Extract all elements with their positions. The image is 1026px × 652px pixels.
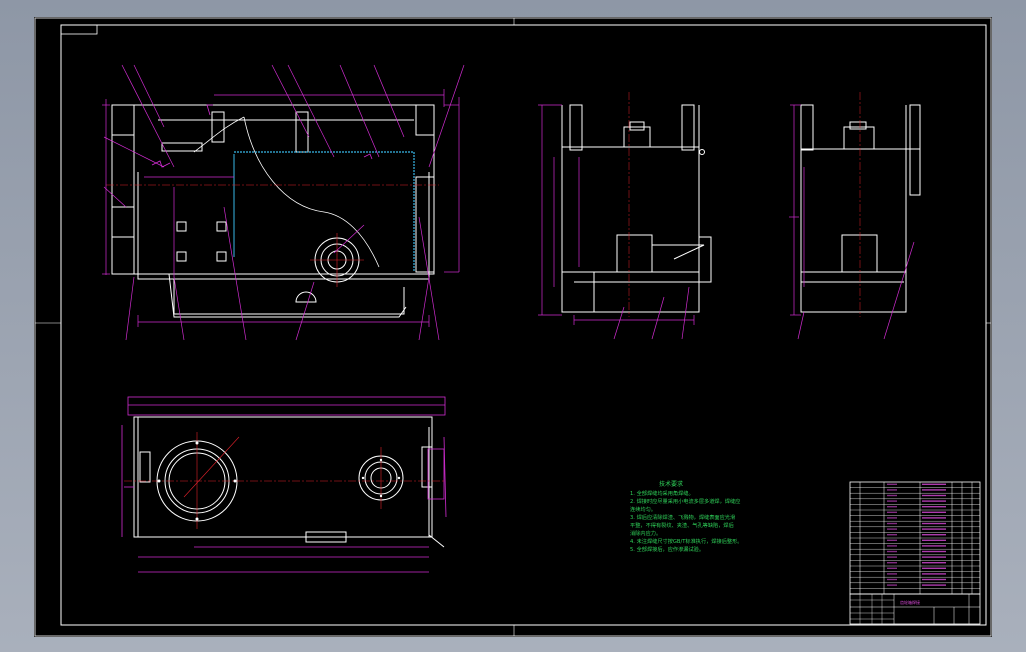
drawing-label: 齿轮箱焊接 xyxy=(900,599,920,605)
title-block: 齿轮箱焊接 xyxy=(849,593,981,625)
parts-row-text-mark xyxy=(922,517,946,519)
note-line: 3. 焊后应清除焊渣、飞溅物，焊缝表面应光滑 xyxy=(630,513,735,521)
note-line: 5. 全部焊接后，应作渗漏试验。 xyxy=(630,545,704,553)
side-view-left xyxy=(538,92,712,340)
parts-row-text-mark xyxy=(887,528,897,530)
cad-viewport[interactable]: 技术要求 1. 全部焊缝均采用角焊缝。 2. 焊接时应尽量采用小电流多层多道焊，… xyxy=(34,17,992,637)
note-line: 1. 全部焊缝均采用角焊缝。 xyxy=(630,489,694,497)
parts-row-text-mark xyxy=(922,545,946,547)
parts-row-text-mark xyxy=(922,556,946,558)
note-line: 4. 未注焊缝尺寸按GB/T标准执行，焊接后整形。 xyxy=(630,537,742,545)
note-line: 消除内应力。 xyxy=(630,529,661,537)
parts-row-text-mark xyxy=(887,573,897,575)
parts-row-text-mark xyxy=(887,562,897,564)
parts-row-text-mark xyxy=(922,483,946,485)
cad-drawing: 技术要求 1. 全部焊缝均采用角焊缝。 2. 焊接时应尽量采用小电流多层多道焊，… xyxy=(34,17,992,637)
technical-notes: 技术要求 1. 全部焊缝均采用角焊缝。 2. 焊接时应尽量采用小电流多层多道焊，… xyxy=(630,480,742,553)
parts-row-text-mark xyxy=(922,534,946,536)
parts-row-text-mark xyxy=(887,522,897,525)
outer-border xyxy=(34,17,992,637)
centering-marks xyxy=(35,18,991,636)
parts-list xyxy=(849,481,981,595)
parts-row-text-mark xyxy=(922,539,946,541)
parts-row-text-mark xyxy=(887,539,897,541)
side-view-right xyxy=(789,92,921,340)
parts-row-text-mark xyxy=(922,522,946,525)
parts-row-text-mark xyxy=(887,489,897,491)
parts-row-text-mark xyxy=(922,506,946,508)
parts-row-text-mark xyxy=(922,511,946,513)
parts-row-text-mark xyxy=(887,517,897,519)
parts-row-text-mark xyxy=(887,550,897,553)
parts-row-text-mark xyxy=(887,534,897,536)
parts-row-text-mark xyxy=(922,584,946,586)
parts-row-text-mark xyxy=(922,573,946,575)
parts-row-text-mark xyxy=(887,578,897,581)
parts-row-text-mark xyxy=(887,494,897,497)
note-line: 2. 焊接时应尽量采用小电流多层多道焊，焊缝应 xyxy=(630,497,740,505)
parts-row-text-mark xyxy=(922,578,946,581)
parts-row-text-mark xyxy=(887,545,897,547)
note-line: 平整，不得有裂纹、夹渣、气孔等缺陷，焊后 xyxy=(630,521,734,529)
parts-row-text-mark xyxy=(922,528,946,530)
parts-row-text-mark xyxy=(887,500,897,502)
parts-row-text-mark xyxy=(922,494,946,497)
parts-row-text-mark xyxy=(922,567,946,569)
parts-row-text-mark xyxy=(922,489,946,491)
parts-row-text-mark xyxy=(922,500,946,502)
parts-row-text-mark xyxy=(887,511,897,513)
parts-row-text-mark xyxy=(922,562,946,564)
inner-border xyxy=(60,24,987,626)
parts-row-text-mark xyxy=(887,584,897,586)
code-box xyxy=(60,24,98,35)
parts-row-text-mark xyxy=(887,556,897,558)
front-view xyxy=(102,64,465,341)
parts-row-text-mark xyxy=(922,550,946,553)
parts-row-text-mark xyxy=(887,483,897,485)
top-view xyxy=(121,396,447,573)
notes-title: 技术要求 xyxy=(659,480,683,488)
note-line: 连续均匀。 xyxy=(630,505,656,513)
parts-row-text-mark xyxy=(887,506,897,508)
parts-row-text-mark xyxy=(887,567,897,569)
